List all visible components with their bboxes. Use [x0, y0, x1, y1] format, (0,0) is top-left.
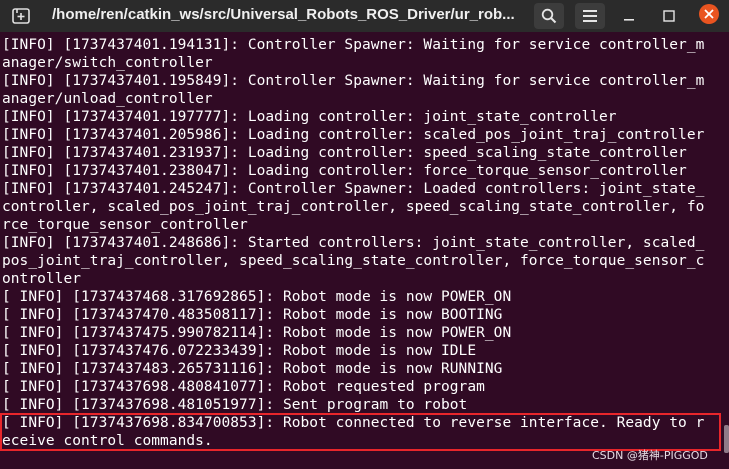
terminal-line: anager/switch_controller	[2, 55, 213, 71]
terminal-line: [ INFO] [1737437698.834700853]: Robot co…	[2, 415, 705, 431]
terminal-line: [INFO] [1737437401.245247]: Controller S…	[2, 181, 705, 197]
terminal-line: ontroller	[2, 271, 82, 287]
terminal-line: rce_torque_sensor_controller	[2, 217, 248, 233]
minimize-icon	[624, 19, 634, 21]
scrollbar-track[interactable]	[723, 32, 729, 469]
menu-button[interactable]	[575, 3, 605, 29]
terminal-line: [INFO] [1737437401.248686]: Started cont…	[2, 235, 705, 251]
terminal-line: [ INFO] [1737437470.483508117]: Robot mo…	[2, 307, 503, 323]
terminal-line: [ INFO] [1737437483.265731116]: Robot mo…	[2, 361, 503, 377]
close-icon	[704, 9, 714, 19]
window-title: /home/ren/catkin_ws/src/Universal_Robots…	[52, 6, 515, 23]
new-tab-button[interactable]	[8, 5, 34, 27]
terminal-line: [ INFO] [1737437475.990782114]: Robot mo…	[2, 325, 512, 341]
terminal-line: [ INFO] [1737437698.480841077]: Robot re…	[2, 379, 485, 395]
terminal-line: anager/unload_controller	[2, 91, 213, 107]
new-tab-icon	[12, 8, 30, 24]
terminal-window: /home/ren/catkin_ws/src/Universal_Robots…	[0, 0, 729, 469]
search-icon	[541, 8, 557, 24]
terminal-line: [INFO] [1737437401.231937]: Loading cont…	[2, 145, 687, 161]
minimize-button[interactable]	[621, 8, 637, 24]
terminal-line: [ INFO] [1737437698.481051977]: Sent pro…	[2, 397, 468, 413]
maximize-icon	[663, 10, 675, 22]
terminal-line: [INFO] [1737437401.195849]: Controller S…	[2, 73, 705, 89]
terminal-line: [INFO] [1737437401.205986]: Loading cont…	[2, 127, 705, 143]
terminal-line: [INFO] [1737437401.194131]: Controller S…	[2, 37, 705, 53]
scrollbar-thumb[interactable]	[724, 425, 729, 453]
terminal-line: [ INFO] [1737437476.072233439]: Robot mo…	[2, 343, 477, 359]
maximize-button[interactable]	[661, 8, 677, 24]
terminal-line: [INFO] [1737437401.197777]: Loading cont…	[2, 109, 617, 125]
terminal-line: [ INFO] [1737437468.317692865]: Robot mo…	[2, 289, 512, 305]
terminal-line: [INFO] [1737437401.238047]: Loading cont…	[2, 163, 687, 179]
terminal-line: pos_joint_traj_controller, speed_scaling…	[2, 253, 705, 269]
watermark-text: CSDN @猪神-PIGGOD	[592, 449, 708, 462]
search-button[interactable]	[534, 3, 564, 29]
title-bar[interactable]: /home/ren/catkin_ws/src/Universal_Robots…	[0, 0, 729, 32]
hamburger-menu-icon	[583, 10, 597, 22]
terminal-line: controller, scaled_pos_joint_traj_contro…	[2, 199, 705, 215]
close-button[interactable]	[699, 4, 719, 24]
terminal-output[interactable]: [INFO] [1737437401.194131]: Controller S…	[0, 36, 722, 469]
